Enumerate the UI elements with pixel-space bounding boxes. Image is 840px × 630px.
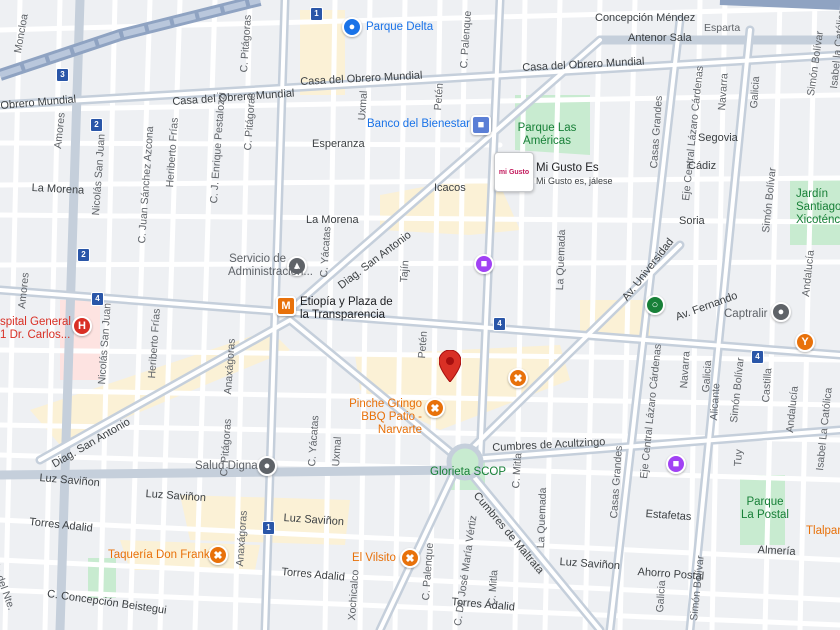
cocktail-icon[interactable]: Y (795, 332, 815, 352)
hospital-icon[interactable]: H (72, 316, 92, 336)
route-shield: 4 (751, 350, 764, 364)
fork-knife-icon[interactable]: ✖ (208, 545, 228, 565)
street-label: Concepción Méndez (595, 12, 696, 24)
place-label-banco-bienestar[interactable]: Banco del Bienestar (367, 118, 470, 131)
shopping-icon[interactable]: ■ (474, 254, 494, 274)
circle-poi-icon[interactable]: ○ (645, 295, 665, 315)
place-label-parque-delta[interactable]: Parque Delta (366, 21, 433, 34)
place-label-jardin[interactable]: Jardín Santiago Xicoténcatl (796, 188, 840, 227)
place-label-mi-gusto[interactable]: Mi Gusto Es (536, 162, 599, 175)
street-label: La Quemada (554, 229, 569, 291)
place-label-captralir[interactable]: Captralir (724, 308, 767, 321)
street-label: La Quemada (535, 487, 550, 549)
metro-station-icon[interactable]: M (276, 296, 296, 316)
service-icon[interactable]: ● (771, 302, 791, 322)
street-label: Icacos (434, 182, 466, 194)
place-label-el-vilsito[interactable]: El Vilsito (352, 552, 396, 565)
shopping-bag-icon[interactable]: ● (342, 17, 362, 37)
street-label: Castilla (760, 367, 775, 403)
place-label-parque-americas[interactable]: Parque Las Américas (514, 122, 580, 148)
place-label-salud-digna[interactable]: Salud Digna (195, 460, 258, 473)
route-shield: 1 (310, 7, 323, 21)
street-label: C. Mitla (486, 569, 501, 606)
route-shield: 2 (90, 118, 103, 132)
street-label: La Morena (306, 214, 359, 226)
red-location-pin-icon[interactable] (439, 350, 461, 382)
place-label-pinche-gringo[interactable]: Pinche Gringo BBQ Patio - Narvarte (326, 398, 422, 437)
mi-gusto-logo-card[interactable]: mi Gusto (494, 152, 534, 192)
medical-icon[interactable]: ● (257, 456, 277, 476)
mi-gusto-logo: mi Gusto (498, 168, 530, 176)
street-label: C. Mitla (510, 452, 525, 489)
route-shield: 4 (91, 292, 104, 306)
street-label: Uxmal (330, 436, 345, 467)
street-label: Segovia (698, 132, 738, 144)
route-shield: 2 (77, 248, 90, 262)
place-label-etiopia[interactable]: Etiopía y Plaza de la Transparencia (300, 296, 396, 322)
street-label: Petén (416, 330, 430, 359)
route-shield: 3 (56, 68, 69, 82)
fork-knife-icon[interactable]: ✖ (425, 398, 445, 418)
street-label: Soria (679, 215, 705, 227)
fork-knife-icon[interactable]: ✖ (508, 368, 528, 388)
place-label-servicio[interactable]: Servicio de Administración... (228, 253, 313, 279)
street-label: Antenor Sala (628, 32, 692, 44)
street-label: Uxmal (356, 90, 371, 121)
street-label: Galicia (654, 579, 669, 613)
bank-icon[interactable]: ■ (471, 115, 491, 135)
street-label: Petén (432, 82, 446, 111)
place-label-taqueria[interactable]: Taquería Don Frank (108, 549, 210, 562)
street-label: Tajín (398, 259, 412, 283)
street-label: Cádiz (688, 160, 717, 172)
shopping-icon[interactable]: ■ (666, 454, 686, 474)
street-label: Esparta (704, 22, 741, 34)
place-label-tlalpan[interactable]: Tlalpan (806, 525, 840, 538)
route-shield: 1 (262, 521, 275, 535)
place-subtitle-mi-gusto: Mi Gusto es, jálese (536, 176, 613, 186)
route-shield: 4 (493, 317, 506, 331)
place-label-glorieta-scop[interactable]: Glorieta SCOP (430, 466, 506, 479)
map-view[interactable]: Concepción Méndez Esparta Antenor Sala S… (0, 0, 840, 630)
place-label-parque-postal[interactable]: Parque La Postal (740, 496, 790, 522)
street-label: Tuy (732, 448, 746, 467)
fork-knife-icon[interactable]: ✖ (400, 548, 420, 568)
map-base (0, 0, 840, 630)
street-label: Almería (757, 544, 796, 558)
street-label: Galicia (748, 75, 763, 109)
street-label: Esperanza (312, 138, 365, 150)
place-label-hospital[interactable]: spital General 1 Dr. Carlos... (0, 316, 72, 342)
